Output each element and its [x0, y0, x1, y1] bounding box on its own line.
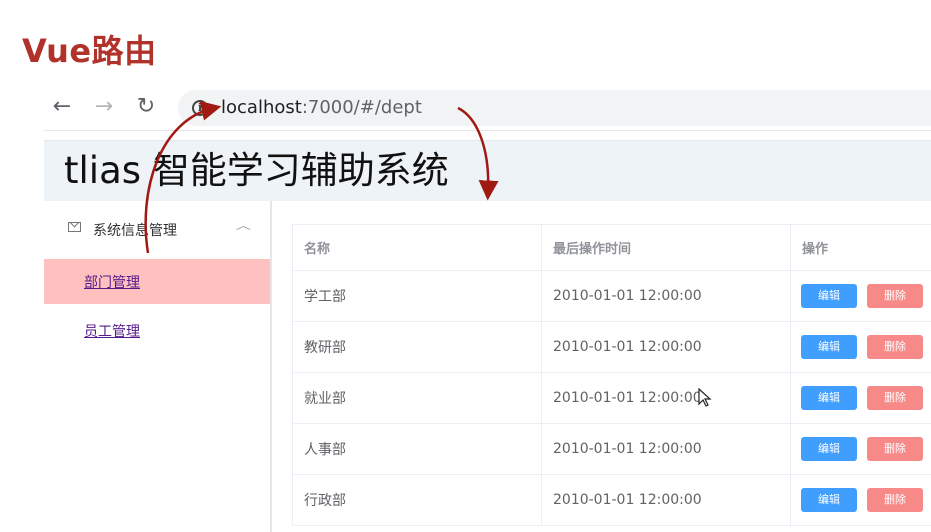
cell-time: 2010-01-01 12:00:00 — [542, 424, 791, 474]
submenu-system-info[interactable]: 系统信息管理 ︿ — [44, 201, 270, 258]
column-header-time: 最后操作时间 — [542, 225, 791, 270]
submenu-label: 系统信息管理 — [93, 223, 177, 239]
edit-button[interactable]: 编辑 — [801, 386, 857, 410]
forward-arrow-icon[interactable]: → — [92, 94, 116, 120]
delete-button[interactable]: 删除 — [867, 335, 923, 359]
edit-button[interactable]: 编辑 — [801, 488, 857, 512]
edit-button[interactable]: 编辑 — [801, 335, 857, 359]
mouse-cursor-icon — [698, 388, 712, 407]
cell-time: 2010-01-01 12:00:00 — [542, 271, 791, 321]
table-row: 行政部 2010-01-01 12:00:00 编辑 删除 — [293, 475, 931, 526]
delete-button[interactable]: 删除 — [867, 386, 923, 410]
cell-name: 行政部 — [293, 475, 542, 525]
cell-name: 学工部 — [293, 271, 542, 321]
url-path: :7000/#/dept — [301, 97, 422, 118]
cell-name: 人事部 — [293, 424, 542, 474]
edit-button[interactable]: 编辑 — [801, 437, 857, 461]
table-row: 教研部 2010-01-01 12:00:00 编辑 删除 — [293, 322, 931, 373]
delete-button[interactable]: 删除 — [867, 437, 923, 461]
sidebar-item-label[interactable]: 员工管理 — [84, 321, 140, 341]
chevron-up-icon[interactable]: ︿ — [236, 217, 251, 233]
edit-button[interactable]: 编辑 — [801, 284, 857, 308]
column-header-actions: 操作 — [802, 242, 829, 257]
sidebar: 系统信息管理 ︿ 部门管理 员工管理 — [44, 201, 272, 532]
table-row: 人事部 2010-01-01 12:00:00 编辑 删除 — [293, 424, 931, 475]
url-host: localhost — [221, 97, 302, 118]
back-arrow-icon[interactable]: ← — [50, 94, 74, 120]
slide: Vue路由 ← → ↻ i localhost:7000/#/dept tlia… — [0, 0, 931, 532]
sidebar-item-label[interactable]: 部门管理 — [84, 272, 140, 292]
cell-name: 教研部 — [293, 322, 542, 372]
cell-time: 2010-01-01 12:00:00 — [542, 373, 791, 423]
app-header: tlias 智能学习辅助系统 — [44, 140, 931, 201]
cell-name: 就业部 — [293, 373, 542, 423]
table-row: 学工部 2010-01-01 12:00:00 编辑 删除 — [293, 271, 931, 322]
slide-title: Vue路由 — [22, 32, 157, 70]
table-header: 名称 最后操作时间 操作 — [293, 225, 931, 271]
mail-icon — [68, 222, 81, 232]
column-header-name: 名称 — [293, 225, 542, 270]
url-text[interactable]: localhost:7000/#/dept — [221, 98, 422, 118]
delete-button[interactable]: 删除 — [867, 284, 923, 308]
app-title: tlias 智能学习辅助系统 — [64, 149, 449, 192]
dept-table: 名称 最后操作时间 操作 学工部 2010-01-01 12:00:00 编辑 … — [292, 224, 931, 526]
browser-window: ← → ↻ i localhost:7000/#/dept tlias 智能学习… — [44, 86, 931, 532]
sidebar-item-dept[interactable]: 部门管理 — [44, 259, 270, 304]
address-bar[interactable]: i localhost:7000/#/dept — [178, 90, 931, 126]
info-icon[interactable]: i — [192, 100, 208, 116]
delete-button[interactable]: 删除 — [867, 488, 923, 512]
sidebar-item-emp[interactable]: 员工管理 — [44, 308, 270, 353]
cell-time: 2010-01-01 12:00:00 — [542, 475, 791, 525]
cell-time: 2010-01-01 12:00:00 — [542, 322, 791, 372]
browser-toolbar: ← → ↻ i localhost:7000/#/dept — [44, 86, 931, 131]
table-row: 就业部 2010-01-01 12:00:00 编辑 删除 — [293, 373, 931, 424]
reload-icon[interactable]: ↻ — [134, 94, 158, 120]
